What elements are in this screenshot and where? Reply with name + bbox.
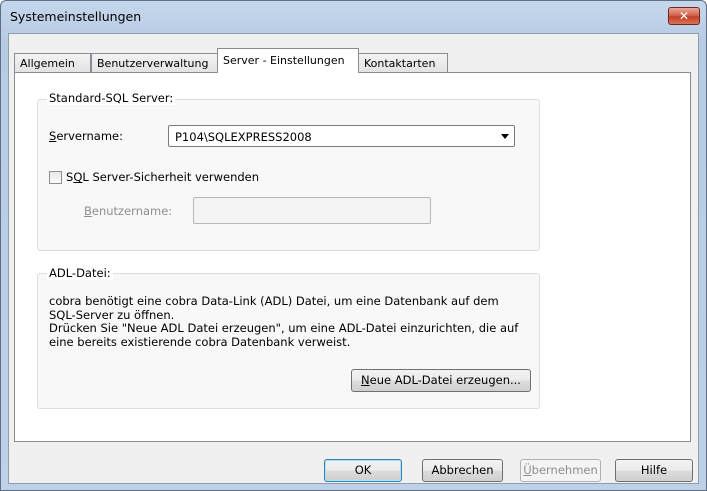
servername-value: P104\SQLEXPRESS2008	[175, 130, 312, 144]
adl-file-group-label: ADL-Datei:	[47, 266, 113, 280]
tab-label: Server - Einstellungen	[223, 54, 345, 67]
servername-label: Servername:	[49, 129, 124, 143]
close-button[interactable]: ✕	[668, 7, 700, 25]
username-label: Benutzername:	[84, 204, 173, 218]
title-bar: Systemeinstellungen ✕	[1, 1, 706, 33]
create-adl-file-button[interactable]: Neue ADL-Datei erzeugen...	[351, 369, 531, 392]
servername-combobox[interactable]: P104\SQLEXPRESS2008	[168, 125, 515, 147]
apply-button[interactable]: Übernehmen	[520, 459, 601, 482]
info-line: eine bereits existierende cobra Datenban…	[49, 334, 351, 349]
sql-security-label[interactable]: SQL Server-Sicherheit verwenden	[66, 170, 259, 184]
close-icon: ✕	[678, 9, 690, 23]
server-settings-panel: Standard-SQL Server: Servername: P104\SQ…	[14, 72, 691, 442]
sql-server-group-label: Standard-SQL Server:	[47, 91, 176, 105]
chevron-down-icon[interactable]	[501, 134, 509, 139]
tab-server-einstellungen[interactable]: Server - Einstellungen	[217, 48, 359, 73]
help-button[interactable]: Hilfe	[615, 459, 693, 482]
info-line: Drücken Sie "Neue ADL Datei erzeugen", u…	[49, 321, 519, 335]
info-line: cobra benötigt eine cobra Data-Link (ADL…	[49, 294, 499, 308]
cancel-button[interactable]: Abbrechen	[422, 459, 503, 482]
username-input	[193, 197, 431, 224]
tab-benutzerverwaltung[interactable]: Benutzerverwaltung	[91, 53, 218, 72]
adl-info-text: cobra benötigt eine cobra Data-Link (ADL…	[49, 294, 519, 349]
tab-kontaktarten[interactable]: Kontaktarten	[358, 53, 448, 72]
tab-label: Allgemein	[20, 57, 75, 70]
tab-label: Kontaktarten	[364, 57, 436, 70]
info-line: SQL-Server zu öffnen.	[49, 307, 175, 322]
sql-security-checkbox[interactable]	[49, 171, 62, 184]
tab-allgemein[interactable]: Allgemein	[14, 53, 91, 72]
ok-button[interactable]: OK	[324, 459, 402, 482]
settings-dialog: Systemeinstellungen ✕ Allgemein Benutzer…	[0, 0, 707, 491]
tab-label: Benutzerverwaltung	[97, 57, 209, 70]
dialog-client-area: Allgemein Benutzerverwaltung Server - Ei…	[8, 33, 699, 484]
window-title: Systemeinstellungen	[10, 9, 142, 24]
